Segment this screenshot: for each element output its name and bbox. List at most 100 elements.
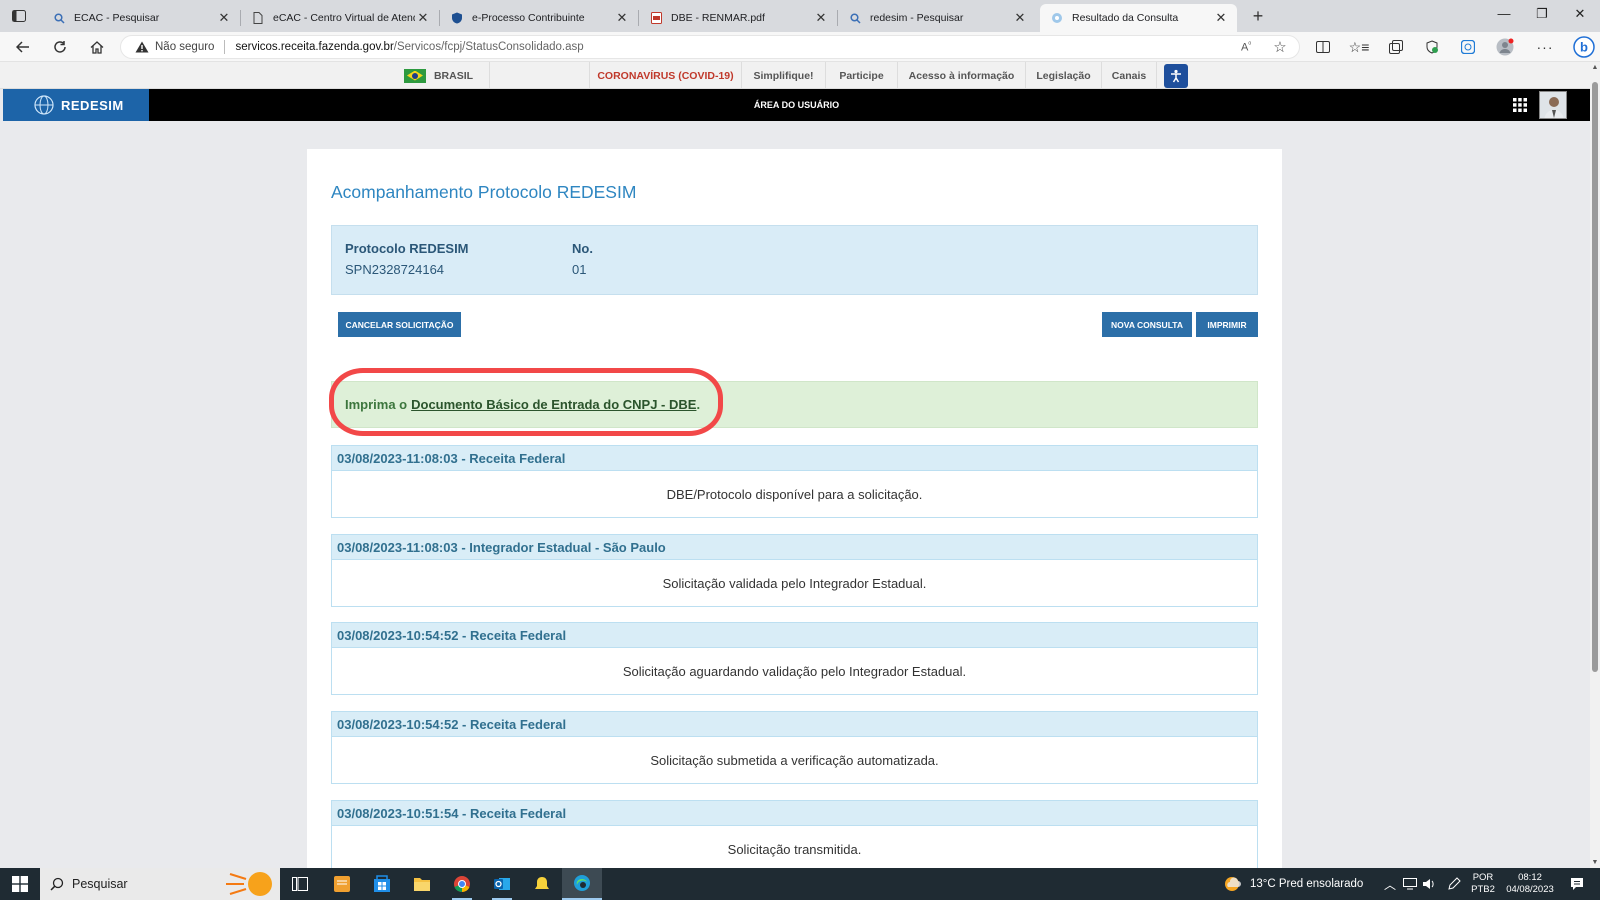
new-query-button[interactable]: NOVA CONSULTA bbox=[1102, 312, 1192, 337]
tab-resultado-consulta[interactable]: Resultado da Consulta ✕ bbox=[1040, 4, 1237, 32]
address-bar[interactable]: Não seguro servicos.receita.fazenda.gov.… bbox=[120, 35, 1300, 59]
brasil-link[interactable]: BRASIL bbox=[388, 62, 490, 89]
favorites-icon[interactable]: ☆≡ bbox=[1349, 37, 1370, 57]
tab-ecac-pesquisar[interactable]: ECAC - Pesquisar ✕ bbox=[42, 4, 240, 32]
gov-link-covid[interactable]: CORONAVÍRUS (COVID-19) bbox=[589, 62, 741, 89]
number-value: 01 bbox=[572, 262, 587, 277]
address-divider bbox=[224, 40, 226, 54]
print-button[interactable]: IMPRIMIR bbox=[1196, 312, 1258, 337]
file-explorer-icon[interactable] bbox=[402, 868, 442, 900]
profile-icon[interactable] bbox=[1495, 37, 1515, 57]
gov-link-simplifique[interactable]: Simplifique! bbox=[741, 62, 825, 89]
browser-tab-strip: ECAC - Pesquisar ✕ eCAC - Centro Virtual… bbox=[0, 0, 1600, 32]
keyboard-layout: PTB2 bbox=[1471, 884, 1495, 895]
brazil-flag-icon bbox=[403, 68, 426, 83]
gov-link-acesso-informacao[interactable]: Acesso à informação bbox=[897, 62, 1025, 89]
gov-link-canais[interactable]: Canais bbox=[1101, 62, 1157, 89]
notifications-icon[interactable] bbox=[1570, 877, 1584, 891]
event-header: 03/08/2023-10:54:52 - Receita Federal bbox=[332, 623, 1257, 648]
event-header: 03/08/2023-10:51:54 - Receita Federal bbox=[332, 801, 1257, 826]
tab-dbe-pdf[interactable]: DBE - RENMAR.pdf ✕ bbox=[639, 4, 837, 32]
close-tab-icon[interactable]: ✕ bbox=[415, 10, 431, 26]
close-tab-icon[interactable]: ✕ bbox=[216, 10, 232, 26]
scroll-up-icon[interactable]: ▲ bbox=[1590, 64, 1600, 71]
windows-taskbar: Pesquisar 13°C Pred ensolarado ︿ POR PTB2… bbox=[0, 868, 1600, 900]
search-icon bbox=[50, 877, 64, 891]
language-indicator[interactable]: POR PTB2 bbox=[1468, 872, 1498, 896]
language-code: POR bbox=[1472, 872, 1494, 883]
show-hidden-icons-icon[interactable]: ︿ bbox=[1384, 868, 1396, 900]
sticky-notes-icon[interactable] bbox=[322, 868, 362, 900]
event-header: 03/08/2023-11:08:03 - Receita Federal bbox=[332, 446, 1257, 471]
minimize-icon[interactable]: — bbox=[1494, 6, 1514, 21]
home-icon[interactable] bbox=[86, 37, 108, 57]
more-menu-icon[interactable]: ··· bbox=[1535, 37, 1555, 57]
task-view-icon[interactable] bbox=[280, 868, 320, 900]
scrollbar-thumb[interactable] bbox=[1592, 82, 1598, 672]
restore-icon[interactable]: ❐ bbox=[1532, 6, 1552, 22]
edge-browser-icon[interactable] bbox=[562, 868, 602, 900]
taskbar-search-placeholder: Pesquisar bbox=[72, 877, 128, 891]
gov-br-bar: BRASIL CORONAVÍRUS (COVID-19) Simplifiqu… bbox=[0, 62, 1590, 89]
apps-grid-icon[interactable] bbox=[1513, 98, 1527, 112]
search-icon bbox=[848, 11, 862, 25]
cancel-request-button[interactable]: CANCELAR SOLICITAÇÃO bbox=[338, 312, 461, 337]
notice-prefix: Imprima o bbox=[345, 397, 408, 412]
warning-icon bbox=[135, 41, 149, 53]
area-do-usuario-label[interactable]: ÁREA DO USUÁRIO bbox=[3, 89, 1590, 121]
accessibility-icon[interactable] bbox=[1164, 64, 1188, 88]
read-aloud-icon[interactable]: Aᵅ bbox=[1236, 37, 1256, 57]
weather-text[interactable]: 13°C Pred ensolarado bbox=[1250, 868, 1363, 900]
microsoft-store-icon[interactable] bbox=[362, 868, 402, 900]
chrome-icon[interactable] bbox=[442, 868, 482, 900]
redesim-logo[interactable]: REDESIM bbox=[3, 89, 149, 121]
close-tab-icon[interactable]: ✕ bbox=[813, 10, 829, 26]
event-description: Solicitação transmitida. bbox=[727, 842, 862, 857]
gov-link-legislacao[interactable]: Legislação bbox=[1025, 62, 1101, 89]
outlook-icon[interactable] bbox=[482, 868, 522, 900]
tab-title: DBE - RENMAR.pdf bbox=[671, 12, 765, 24]
notice-suffix: . bbox=[696, 397, 701, 412]
tab-actions-icon[interactable] bbox=[9, 7, 29, 25]
extension-icon[interactable] bbox=[1458, 37, 1478, 57]
event-description: Solicitação aguardando validação pelo In… bbox=[622, 664, 967, 679]
collections-icon[interactable] bbox=[1386, 37, 1406, 57]
volume-icon[interactable] bbox=[1422, 878, 1436, 890]
close-tab-icon[interactable]: ✕ bbox=[1213, 10, 1229, 26]
avatar[interactable] bbox=[1539, 91, 1567, 119]
network-icon[interactable] bbox=[1403, 878, 1417, 890]
event-header: 03/08/2023-11:08:03 - Integrador Estadua… bbox=[332, 535, 1257, 560]
tab-title: redesim - Pesquisar bbox=[870, 12, 964, 24]
scroll-down-icon[interactable]: ▼ bbox=[1590, 859, 1600, 866]
dbe-document-link[interactable]: Documento Básico de Entrada do CNPJ - DB… bbox=[411, 397, 696, 412]
reload-icon[interactable] bbox=[49, 37, 71, 57]
site-header: ÁREA DO USUÁRIO REDESIM bbox=[3, 89, 1590, 121]
close-window-icon[interactable]: ✕ bbox=[1570, 6, 1590, 22]
pen-icon[interactable] bbox=[1447, 877, 1461, 891]
clock[interactable]: 08:12 04/08/2023 bbox=[1500, 872, 1560, 896]
windows-start-icon[interactable] bbox=[12, 876, 28, 892]
tab-e-processo[interactable]: e-Processo Contribuinte ✕ bbox=[440, 4, 638, 32]
page-scrollbar[interactable]: ▲ ▼ bbox=[1590, 62, 1600, 868]
split-screen-icon[interactable] bbox=[1313, 37, 1333, 57]
close-tab-icon[interactable]: ✕ bbox=[1012, 10, 1028, 26]
browser-essentials-icon[interactable] bbox=[1422, 37, 1442, 57]
gov-link-participe[interactable]: Participe bbox=[825, 62, 897, 89]
notification-app-icon[interactable] bbox=[522, 868, 562, 900]
close-tab-icon[interactable]: ✕ bbox=[614, 10, 630, 26]
tab-title: e-Processo Contribuinte bbox=[472, 12, 585, 24]
tab-ecac-centro-virtual[interactable]: eCAC - Centro Virtual de Atendi ✕ bbox=[241, 4, 439, 32]
url-host: servicos.receita.fazenda.gov.br bbox=[235, 41, 394, 53]
history-event: 03/08/2023-10:51:54 - Receita Federal So… bbox=[331, 800, 1258, 869]
weather-sun-icon[interactable] bbox=[1222, 874, 1242, 894]
tab-redesim-pesquisar[interactable]: redesim - Pesquisar ✕ bbox=[838, 4, 1036, 32]
security-status[interactable]: Não seguro bbox=[155, 41, 214, 53]
redesim-icon bbox=[1050, 11, 1064, 25]
bing-chat-icon[interactable]: b bbox=[1572, 35, 1596, 59]
favorite-star-icon[interactable]: ☆ bbox=[1270, 37, 1290, 57]
new-tab-icon[interactable]: + bbox=[1248, 6, 1268, 27]
taskbar-search-box[interactable]: Pesquisar bbox=[40, 868, 280, 900]
main-content: Acompanhamento Protocolo REDESIM Protoco… bbox=[307, 149, 1282, 869]
back-icon[interactable] bbox=[12, 37, 34, 57]
page-title: Acompanhamento Protocolo REDESIM bbox=[331, 182, 637, 202]
